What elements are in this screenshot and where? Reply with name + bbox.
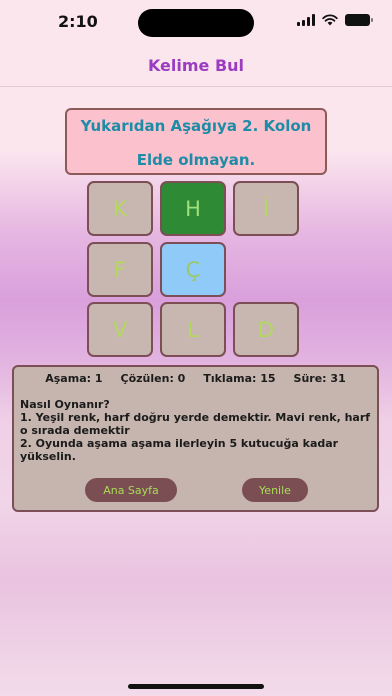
letter-tile[interactable]: D [233,302,299,357]
nav-title: Kelime Bul [147,56,245,75]
cellular-signal-icon [297,14,315,26]
letter-tile[interactable]: İ [233,181,299,236]
question-direction: Yukarıdan Aşağıya 2. Kolon [80,117,312,135]
home-button[interactable]: Ana Sayfa [85,478,177,502]
how-to-play-title: Nasıl Oynanır? [20,398,110,411]
letter-tile-correct[interactable]: H [160,181,226,236]
battery-icon [345,14,373,26]
restart-button[interactable]: Yenile [242,478,308,502]
status-icons [297,14,373,26]
letter-tile[interactable]: V [87,302,153,357]
letter-tile-present[interactable]: Ç [160,242,226,297]
question-clue: Elde olmayan. [136,151,256,169]
stats-row: Aşama: 1 Çözülen: 0 Tıklama: 15 Süre: 31 [14,372,377,385]
status-bar: 2:10 [0,0,392,44]
stage-stat: Aşama: 1 [45,372,103,385]
info-panel: Aşama: 1 Çözülen: 0 Tıklama: 15 Süre: 31… [12,365,379,512]
solved-stat: Çözülen: 0 [120,372,186,385]
question-box: Yukarıdan Aşağıya 2. Kolon Elde olmayan. [65,108,327,175]
dynamic-island [138,9,254,37]
letter-tile[interactable]: F [87,242,153,297]
letter-tile[interactable]: L [160,302,226,357]
clicks-stat: Tıklama: 15 [203,372,276,385]
home-indicator[interactable] [128,684,264,689]
rule-2: 2. Oyunda aşama aşama ilerleyin 5 kutucu… [20,437,339,463]
rule-1: 1. Yeşil renk, harf doğru yerde demektir… [20,411,371,437]
status-time: 2:10 [58,12,98,31]
wifi-icon [322,14,338,26]
nav-divider [0,86,392,87]
time-stat: Süre: 31 [293,372,346,385]
letter-tile[interactable]: K [87,181,153,236]
